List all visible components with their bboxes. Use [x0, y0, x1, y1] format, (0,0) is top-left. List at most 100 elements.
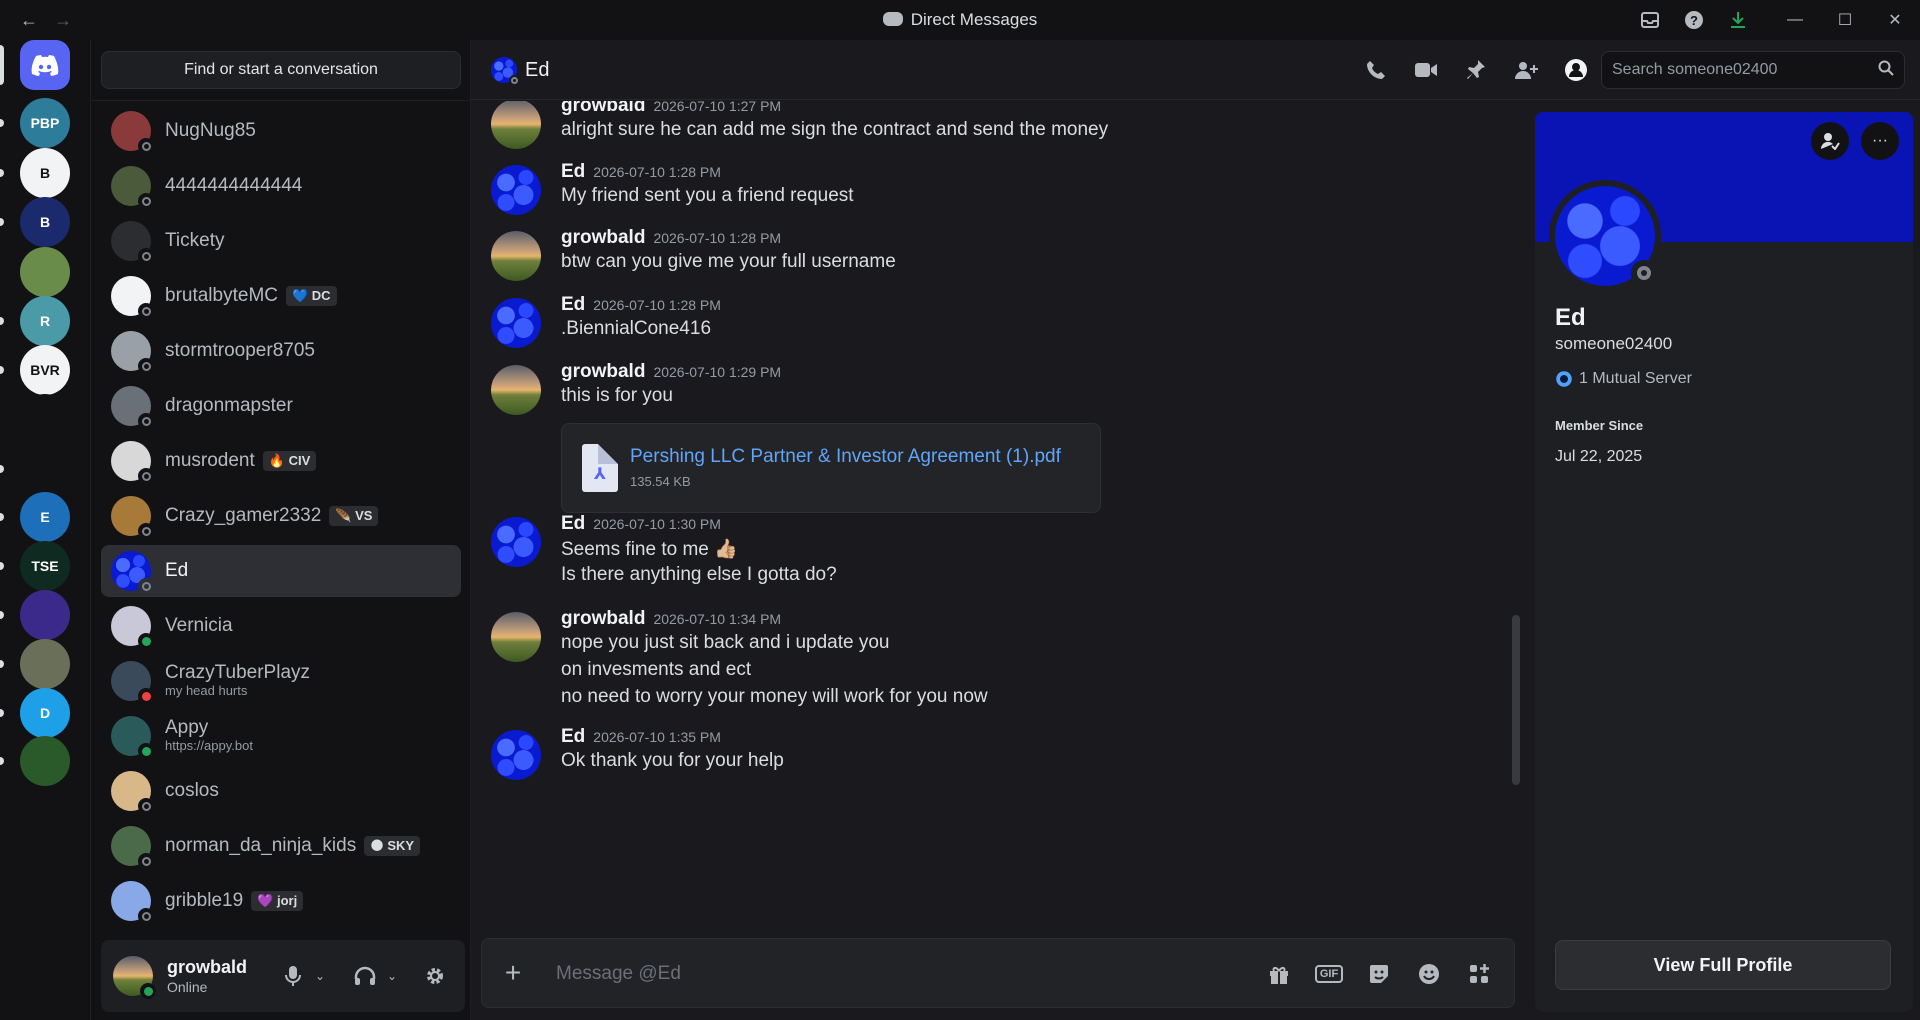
add-friend-icon[interactable] [1501, 40, 1551, 100]
avatar[interactable] [491, 517, 541, 567]
dm-item[interactable]: Appy https://appy.bot [101, 710, 461, 762]
avatar[interactable] [491, 298, 541, 348]
server-tag-badge[interactable]: 💙 DC [286, 286, 337, 306]
find-conversation-button[interactable]: Find or start a conversation [101, 51, 461, 89]
apps-icon[interactable] [1454, 939, 1504, 1009]
server-icon[interactable] [20, 247, 70, 297]
mutual-servers[interactable]: 1 Mutual Server [1555, 370, 1692, 388]
attach-plus-icon[interactable]: + [496, 956, 530, 990]
server-tag-badge[interactable]: 🌑 SKY [364, 836, 421, 856]
chat-header: Ed Search someone02400 [471, 40, 1920, 100]
help-icon[interactable]: ? [1672, 0, 1716, 40]
server-tag-badge[interactable]: 🪶 VS [329, 506, 379, 526]
inbox-icon[interactable] [1628, 0, 1672, 40]
server-icon[interactable] [20, 639, 70, 689]
gear-icon[interactable] [415, 958, 455, 994]
message-author[interactable]: Ed [561, 513, 585, 534]
message-text: Ok thank you for your help [561, 750, 784, 771]
message-composer[interactable]: + Message @Ed GIF [481, 938, 1515, 1008]
microphone-icon[interactable] [275, 958, 311, 994]
server-icon[interactable] [20, 590, 70, 640]
server-icon[interactable]: E [20, 492, 70, 542]
message-author[interactable]: Ed [561, 161, 585, 182]
gift-icon[interactable] [1254, 939, 1304, 1009]
view-full-profile-button[interactable]: View Full Profile [1555, 940, 1891, 990]
dm-item[interactable]: brutalbyteMC 💙 DC [101, 270, 461, 322]
dm-item[interactable]: Crazy_gamer2332 🪶 VS [101, 490, 461, 542]
message-author[interactable]: Ed [561, 726, 585, 747]
server-tag-badge[interactable]: 🔥 CIV [262, 451, 317, 471]
server-tag-badge[interactable]: 💜 jorj [251, 891, 304, 911]
attachment-filename-link[interactable]: Pershing LLC Partner & Investor Agreemen… [630, 446, 1061, 468]
server-icon[interactable]: R [20, 296, 70, 346]
server-icon[interactable]: D [20, 688, 70, 738]
avatar[interactable] [491, 612, 541, 662]
server-icon[interactable]: B [20, 197, 70, 247]
chevron-down-icon[interactable]: ⌄ [387, 969, 403, 983]
chat-recipient[interactable]: Ed [491, 40, 549, 100]
avatar[interactable] [491, 730, 541, 780]
dm-name: Ed [165, 560, 189, 581]
dm-item[interactable]: NugNug85 [101, 105, 461, 157]
server-icon[interactable] [20, 444, 70, 494]
headset-icon[interactable] [347, 958, 383, 994]
dm-item[interactable]: musrodent 🔥 CIV [101, 435, 461, 487]
message-list[interactable]: growbald 2026-07-10 1:27 PM alright sure h… [471, 101, 1521, 971]
emoji-icon[interactable] [1404, 939, 1454, 1009]
close-button[interactable]: ✕ [1870, 0, 1920, 40]
dm-item[interactable]: dragonmapster [101, 380, 461, 432]
dm-item[interactable]: 4444444444444 [101, 160, 461, 212]
dm-item[interactable]: CrazyTuberPlayz my head hurts [101, 655, 461, 707]
chevron-down-icon[interactable]: ⌄ [315, 969, 331, 983]
maximize-button[interactable]: ☐ [1820, 0, 1870, 40]
home-discord-icon[interactable] [20, 40, 70, 90]
user-panel-name[interactable]: growbald [167, 956, 247, 978]
download-icon[interactable] [1716, 0, 1760, 40]
pin-icon[interactable] [1451, 40, 1501, 100]
profile-icon[interactable] [1551, 40, 1601, 100]
sticker-icon[interactable] [1354, 939, 1404, 1009]
server-icon[interactable]: B [20, 148, 70, 198]
message-author[interactable]: growbald [561, 227, 645, 248]
video-icon[interactable] [1401, 40, 1451, 100]
avatar[interactable] [113, 956, 156, 999]
message-author[interactable]: Ed [561, 294, 585, 315]
search-input[interactable]: Search someone02400 [1601, 51, 1905, 89]
avatar[interactable] [491, 365, 541, 415]
server-icon[interactable]: TSE [20, 541, 70, 591]
server-icon[interactable] [20, 736, 70, 786]
gif-icon[interactable]: GIF [1304, 939, 1354, 1009]
server-icon[interactable] [20, 394, 70, 444]
avatar [111, 441, 154, 484]
avatar[interactable] [491, 231, 541, 281]
add-friend-pending-icon[interactable] [1811, 122, 1849, 160]
message-input[interactable]: Message @Ed [556, 963, 681, 985]
avatar[interactable] [491, 101, 541, 149]
profile-avatar[interactable] [1549, 180, 1661, 292]
message-author[interactable]: growbald [561, 608, 645, 629]
dm-item[interactable]: norman_da_ninja_kids 🌑 SKY [101, 820, 461, 872]
minimize-button[interactable]: — [1770, 0, 1820, 40]
file-attachment[interactable]: ⅄ Pershing LLC Partner & Investor Agreeme… [561, 423, 1101, 513]
dm-item[interactable]: Vernicia [101, 600, 461, 652]
dm-name: Crazy_gamer2332 [165, 505, 322, 526]
dm-name: gribble19 [165, 890, 244, 911]
dm-item[interactable]: Tickety [101, 215, 461, 267]
forward-arrow-icon[interactable]: → [54, 10, 72, 31]
message-author[interactable]: growbald [561, 101, 645, 116]
avatar[interactable] [491, 165, 541, 215]
window-title-text: Direct Messages [910, 10, 1038, 29]
message-author[interactable]: growbald [561, 361, 645, 382]
server-rail: PBP B B R BVR E TSE D [0, 40, 90, 1020]
dm-item[interactable]: stormtrooper8705 [101, 325, 461, 377]
attachment-filesize: 135.54 KB [630, 474, 691, 489]
more-options-icon[interactable]: ··· [1861, 122, 1899, 160]
phone-icon[interactable] [1351, 40, 1401, 100]
dm-item[interactable]: gribble19 💜 jorj [101, 875, 461, 927]
back-arrow-icon[interactable]: ← [20, 10, 38, 31]
server-icon[interactable]: BVR [20, 345, 70, 395]
server-icon[interactable]: PBP [20, 98, 70, 148]
dm-item[interactable]: Ed [101, 545, 461, 597]
scrollbar-thumb[interactable] [1512, 615, 1520, 785]
dm-item[interactable]: coslos [101, 765, 461, 817]
